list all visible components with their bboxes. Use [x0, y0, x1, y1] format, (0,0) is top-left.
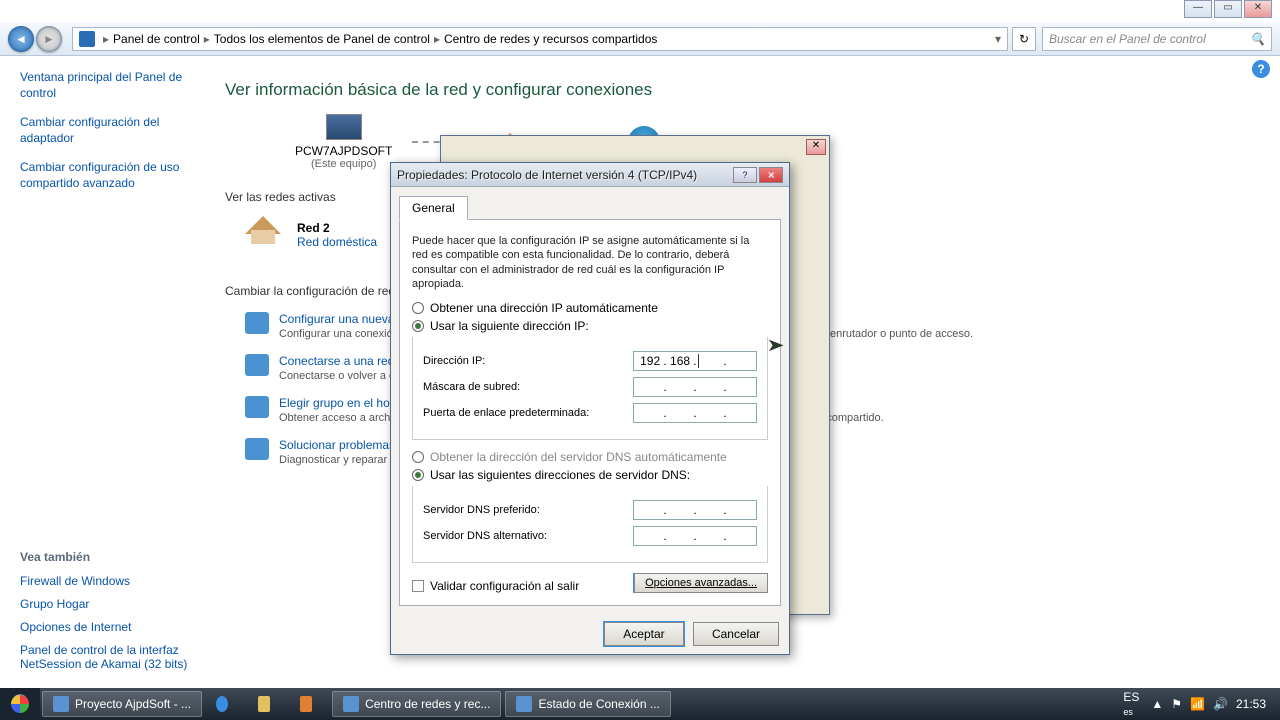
label-gateway: Puerta de enlace predeterminada:: [423, 407, 633, 419]
radio-icon: [412, 469, 424, 481]
taskbar-media[interactable]: [290, 691, 328, 717]
system-tray[interactable]: ESes ▲ ⚑ 📶 🔊 21:53: [1115, 690, 1280, 718]
sidebar-link-sharing[interactable]: Cambiar configuración de uso compartido …: [20, 160, 210, 191]
taskbar-explorer[interactable]: [248, 691, 286, 717]
label-dns1: Servidor DNS preferido:: [423, 504, 633, 516]
cursor-icon: ➤: [766, 335, 784, 356]
house-icon: [245, 216, 281, 234]
taskbar-item[interactable]: Estado de Conexión ...: [505, 691, 670, 717]
label-mask: Máscara de subred:: [423, 381, 633, 393]
sidebar-link-main[interactable]: Ventana principal del Panel de control: [20, 70, 210, 101]
task-icon: [245, 354, 269, 376]
taskbar-item[interactable]: Centro de redes y rec...: [332, 691, 501, 717]
firefox-icon: [53, 696, 69, 712]
refresh-button[interactable]: ↻: [1012, 27, 1036, 51]
label-dns2: Servidor DNS alternativo:: [423, 530, 633, 542]
dialog-help-button[interactable]: ?: [733, 167, 757, 183]
network-name: Red 2: [297, 221, 330, 235]
start-button[interactable]: [0, 688, 40, 720]
computer-name: PCW7AJPDSOFT: [295, 144, 392, 158]
task-icon: [245, 312, 269, 334]
sidebar: Ventana principal del Panel de control C…: [20, 70, 210, 206]
see-also-akamai[interactable]: Panel de control de la interfaz NetSessi…: [20, 643, 210, 671]
radio-icon: [412, 320, 424, 332]
breadcrumb-item[interactable]: Panel de control: [113, 32, 200, 46]
dialog-close-button[interactable]: ✕: [759, 167, 783, 183]
radio-icon: [412, 451, 424, 463]
see-also-homegroup[interactable]: Grupo Hogar: [20, 597, 210, 611]
tray-flag-icon[interactable]: ▲: [1151, 697, 1163, 711]
dialog-title: Propiedades: Protocolo de Internet versi…: [397, 168, 697, 182]
label-ip: Dirección IP:: [423, 355, 633, 367]
breadcrumb-item[interactable]: Todos los elementos de Panel de control: [214, 32, 430, 46]
radio-manual-dns[interactable]: Usar las siguientes direcciones de servi…: [412, 468, 768, 482]
minimize-button[interactable]: —: [1184, 0, 1212, 18]
tray-lang[interactable]: ESes: [1119, 690, 1143, 718]
control-panel-icon: [79, 31, 95, 47]
see-also-title: Vea también: [20, 550, 210, 564]
computer-icon: [326, 114, 362, 140]
search-placeholder: Buscar en el Panel de control: [1049, 32, 1206, 46]
input-gateway[interactable]: ...: [633, 403, 757, 423]
input-mask[interactable]: ...: [633, 377, 757, 397]
input-dns1[interactable]: ...: [633, 500, 757, 520]
computer-sub: (Este equipo): [295, 158, 392, 170]
breadcrumb[interactable]: ▸ Panel de control ▸ Todos los elementos…: [72, 27, 1008, 51]
page-title: Ver información básica de la red y confi…: [225, 80, 1270, 100]
task-icon: [245, 438, 269, 460]
network-type-link[interactable]: Red doméstica: [297, 235, 377, 249]
explorer-toolbar: ◄ ► ▸ Panel de control ▸ Todos los eleme…: [0, 22, 1280, 56]
network-icon: [343, 696, 359, 712]
see-also-internet[interactable]: Opciones de Internet: [20, 620, 210, 634]
close-button[interactable]: ✕: [1244, 0, 1272, 18]
cancel-button[interactable]: Cancelar: [693, 622, 779, 646]
see-also-firewall[interactable]: Firewall de Windows: [20, 574, 210, 588]
window-controls: — ▭ ✕: [1182, 0, 1272, 18]
task-link[interactable]: Conectarse a una red: [279, 354, 394, 368]
taskbar-ie[interactable]: [206, 691, 244, 717]
tray-flag-icon[interactable]: ⚑: [1171, 697, 1182, 711]
task-link[interactable]: Solucionar problemas: [279, 438, 395, 452]
dialog-titlebar[interactable]: Propiedades: Protocolo de Internet versi…: [391, 163, 789, 187]
radio-manual-ip[interactable]: Usar la siguiente dirección IP:: [412, 319, 768, 333]
checkbox-label: Validar configuración al salir: [430, 579, 579, 593]
search-icon: 🔍: [1250, 32, 1265, 46]
maximize-button[interactable]: ▭: [1214, 0, 1242, 18]
input-dns2[interactable]: ...: [633, 526, 757, 546]
network-icon: [516, 696, 532, 712]
tray-volume-icon[interactable]: 🔊: [1213, 697, 1228, 711]
parent-close-icon[interactable]: ✕: [806, 139, 826, 155]
forward-button[interactable]: ►: [36, 26, 62, 52]
help-icon[interactable]: ?: [1252, 60, 1270, 78]
search-input[interactable]: Buscar en el Panel de control 🔍: [1042, 27, 1272, 51]
advanced-button[interactable]: Opciones avanzadas...: [634, 573, 768, 593]
tab-general[interactable]: General: [399, 196, 468, 220]
tray-clock[interactable]: 21:53: [1236, 697, 1266, 711]
ipv4-properties-dialog: Propiedades: Protocolo de Internet versi…: [390, 162, 790, 655]
see-also: Vea también Firewall de Windows Grupo Ho…: [20, 550, 210, 680]
task-icon: [245, 396, 269, 418]
ie-icon: [216, 696, 228, 712]
sidebar-link-adapter[interactable]: Cambiar configuración del adaptador: [20, 115, 210, 146]
dialog-intro: Puede hacer que la configuración IP se a…: [412, 234, 768, 291]
folder-icon: [258, 696, 270, 712]
input-ip[interactable]: 192. 168. .: [633, 351, 757, 371]
checkbox-validate[interactable]: [412, 580, 424, 592]
back-button[interactable]: ◄: [8, 26, 34, 52]
taskbar: Proyecto AjpdSoft - ... Centro de redes …: [0, 688, 1280, 720]
radio-icon: [412, 302, 424, 314]
breadcrumb-item[interactable]: Centro de redes y recursos compartidos: [444, 32, 657, 46]
dialog-tabs: General: [399, 195, 781, 220]
taskbar-item[interactable]: Proyecto AjpdSoft - ...: [42, 691, 202, 717]
tray-network-icon[interactable]: 📶: [1190, 697, 1205, 711]
media-icon: [300, 696, 312, 712]
radio-auto-ip[interactable]: Obtener una dirección IP automáticamente: [412, 301, 768, 315]
ok-button[interactable]: Aceptar: [604, 622, 683, 646]
radio-auto-dns: Obtener la dirección del servidor DNS au…: [412, 450, 768, 464]
